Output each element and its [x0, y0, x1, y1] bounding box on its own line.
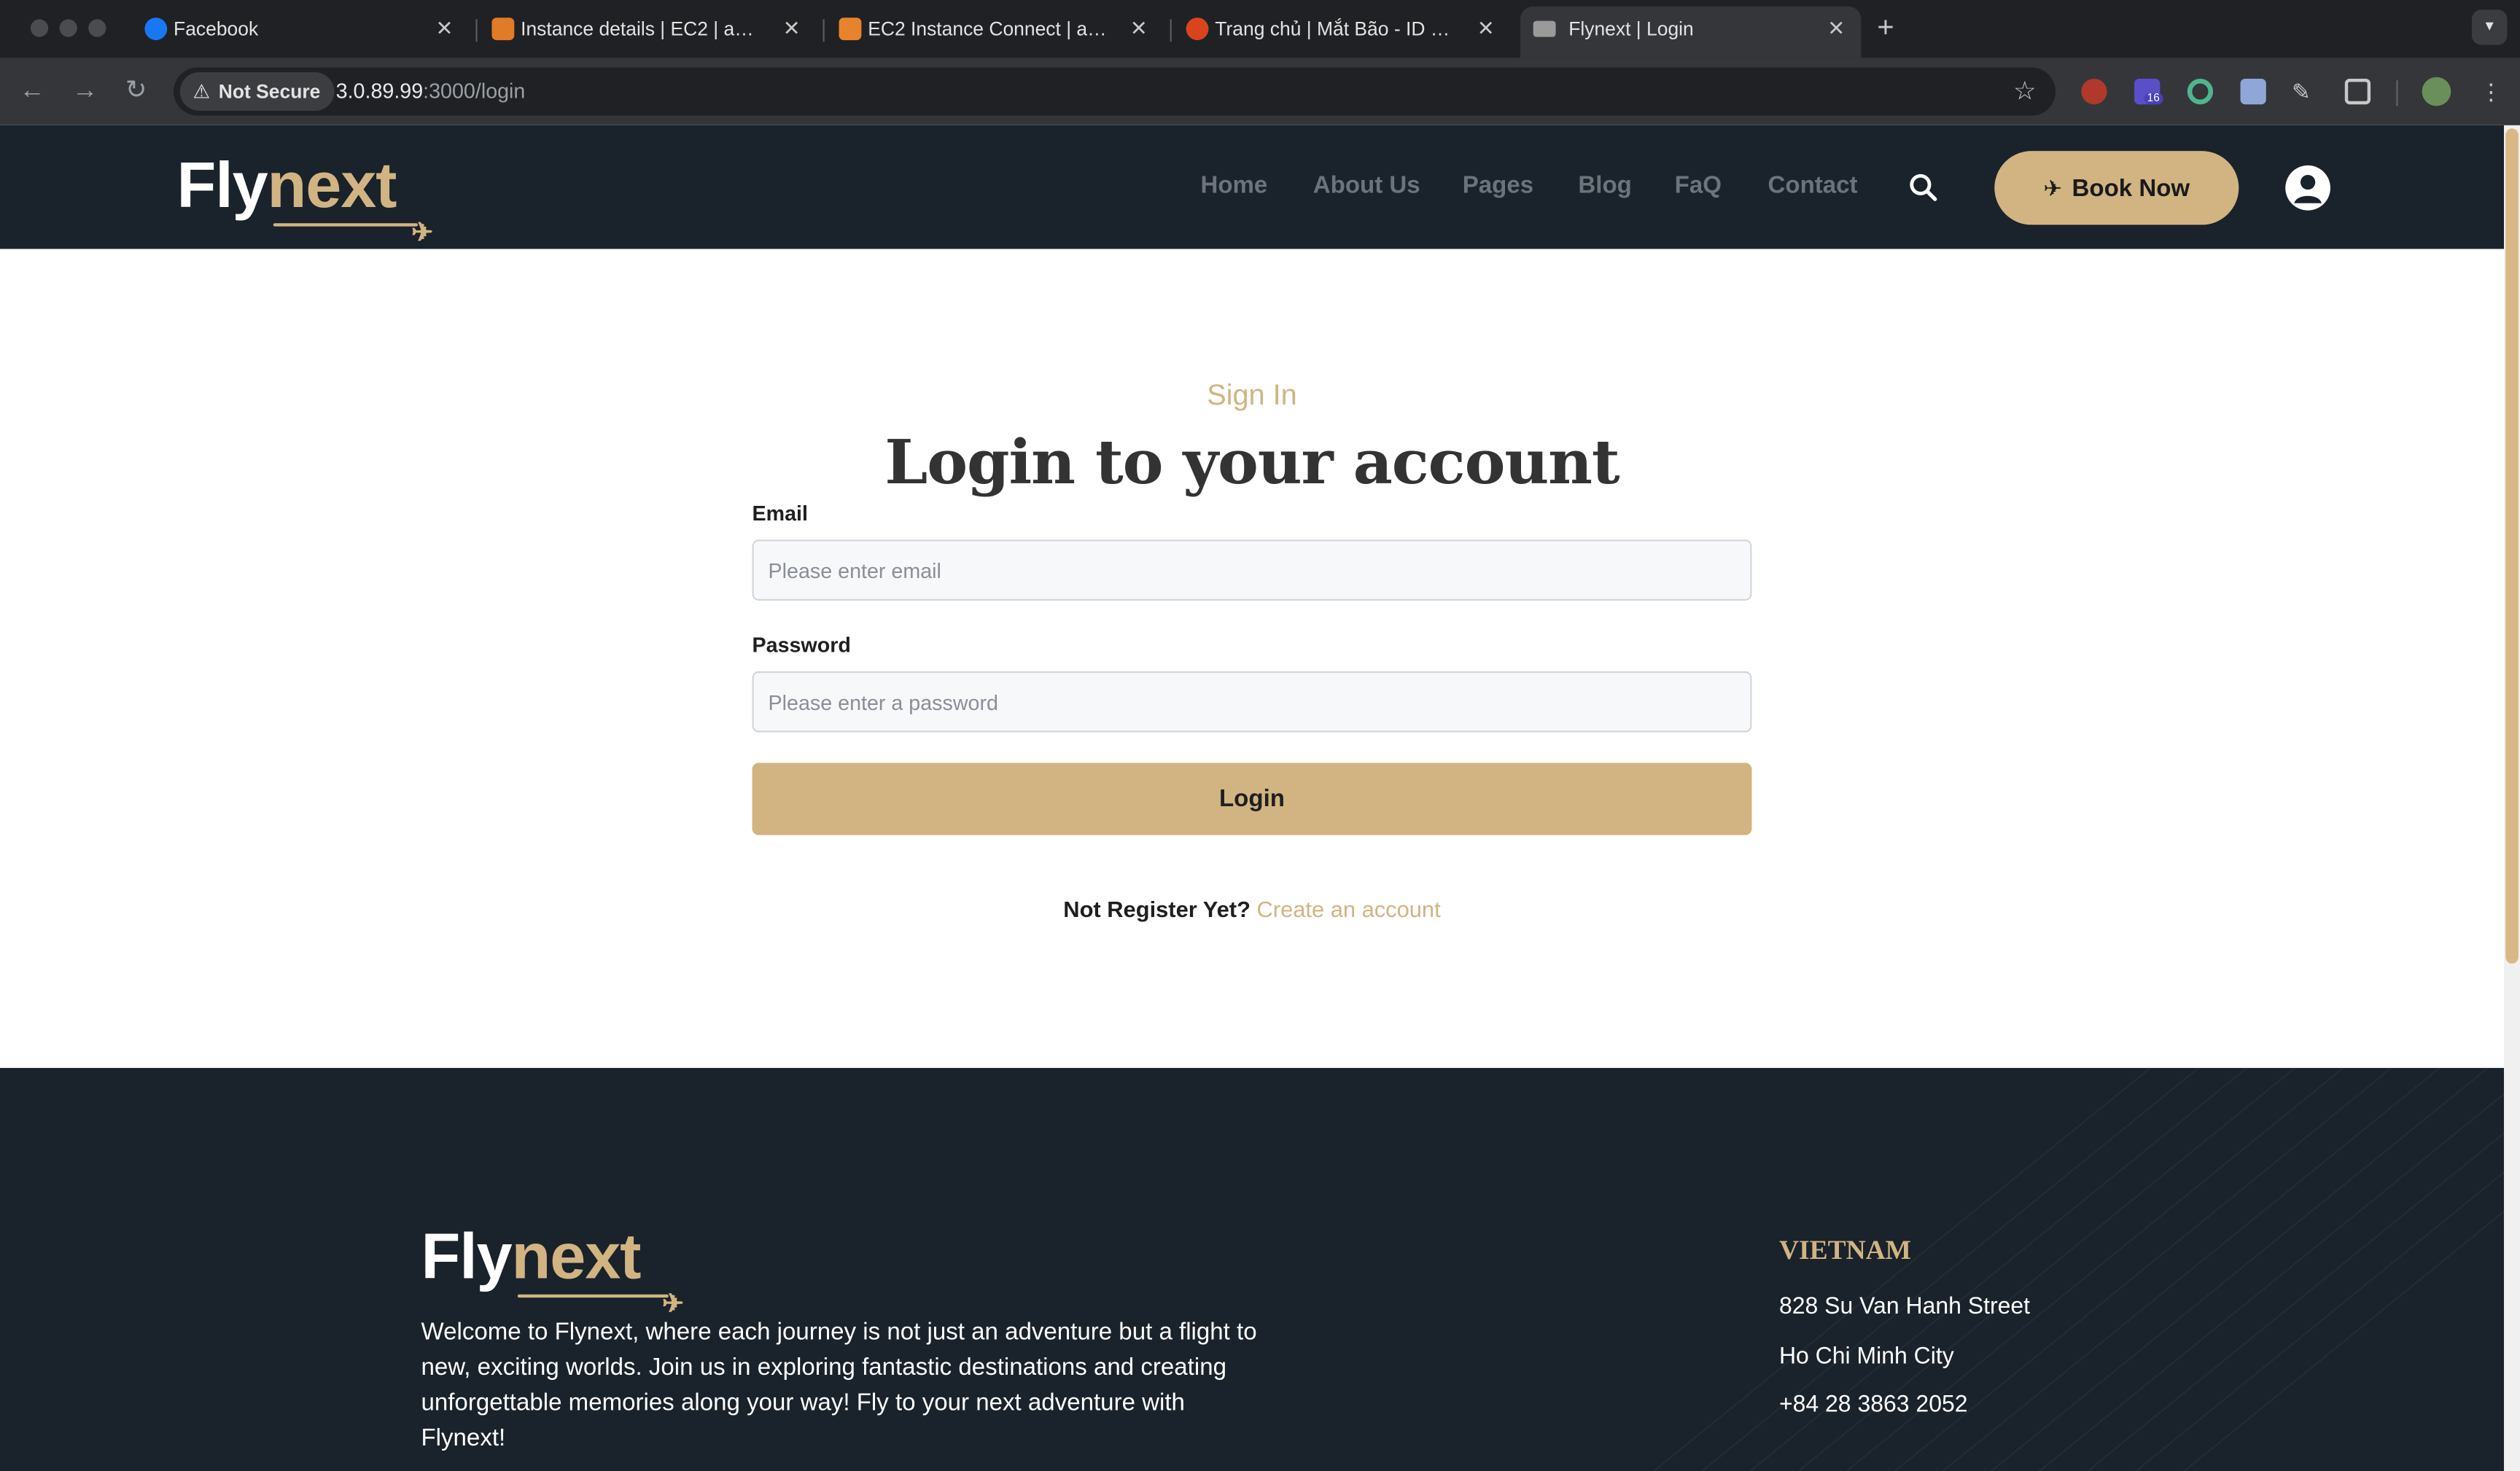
logo-next: next — [267, 151, 397, 222]
nav-pages[interactable]: Pages — [1463, 172, 1533, 199]
footer-address-city: Ho Chi Minh City — [1778, 1343, 1954, 1370]
password-label: Password — [752, 633, 851, 658]
url-text[interactable]: 3.0.89.99:3000/login — [336, 79, 526, 103]
tab-title: Trang chủ | Mắt Bão - ID Portal — [1215, 17, 1456, 41]
url-path: :3000/login — [423, 78, 526, 103]
footer-logo-swoosh — [517, 1294, 669, 1298]
login-button[interactable]: Login — [752, 762, 1752, 835]
user-icon — [2294, 174, 2322, 203]
bookmark-star-icon[interactable]: ☆ — [2013, 76, 2037, 108]
zoom-window-dot[interactable] — [88, 19, 106, 37]
eyedropper-icon[interactable]: ✎ — [2292, 79, 2317, 104]
close-tab-icon[interactable]: ✕ — [1827, 7, 1845, 52]
minimize-window-dot[interactable] — [59, 19, 77, 37]
browser-tab-facebook[interactable]: Facebook ✕ — [106, 7, 469, 58]
aws-icon — [491, 17, 515, 41]
plane-icon: ✈ — [2043, 175, 2063, 201]
user-account-icon[interactable] — [2285, 165, 2330, 211]
nav-about-us[interactable]: About Us — [1313, 172, 1420, 199]
footer-logo[interactable]: Flynext ✈ — [421, 1222, 683, 1319]
extension-green-icon[interactable] — [2187, 78, 2214, 105]
toolbar-divider — [2396, 80, 2398, 106]
new-tab-icon[interactable]: + — [1877, 11, 1894, 44]
screen: Facebook ✕ Instance details | EC2 | ap-s… — [0, 0, 2520, 1471]
sign-in-eyebrow: Sign In — [1207, 378, 1297, 411]
site-footer: Flynext ✈ Welcome to Flynext, where each… — [0, 1068, 2504, 1471]
browser-tab-flynext[interactable]: Flynext | Login ✕ — [1520, 6, 1862, 58]
book-now-label: Book Now — [2072, 175, 2190, 203]
web-page: Flynext ✈ Home About Us Pages Blog FaQ C… — [0, 125, 2520, 1471]
facebook-icon — [144, 17, 168, 41]
security-chip[interactable]: ⚠ Not Secure — [179, 72, 335, 112]
warning-icon: ⚠ — [192, 80, 211, 103]
matbao-icon — [1186, 17, 1209, 41]
extension-blue-icon[interactable] — [2240, 78, 2266, 105]
browser-tab-ec2-instance[interactable]: Instance details | EC2 | ap-southeast-1 … — [454, 7, 817, 58]
close-tab-icon[interactable]: ✕ — [1477, 7, 1495, 52]
nav-contact[interactable]: Contact — [1768, 172, 1858, 199]
tab-title: Facebook — [174, 17, 259, 41]
tab-title: Flynext | Login — [1568, 17, 1694, 41]
footer-description: Welcome to Flynext, where each journey i… — [421, 1318, 1257, 1452]
extension-badge-count: 16 — [2144, 93, 2163, 105]
email-field[interactable] — [752, 539, 1752, 601]
nav-home[interactable]: Home — [1200, 172, 1267, 199]
extension-red-icon[interactable] — [2081, 78, 2107, 105]
footer-country: VIETNAM — [1778, 1235, 1912, 1266]
page-title: Login to your account — [884, 425, 1619, 498]
tab-search-icon[interactable]: ▾ — [2471, 9, 2508, 45]
aws-cube-icon — [839, 17, 862, 41]
register-prompt-text: Not Register Yet? — [1063, 896, 1251, 922]
register-prompt: Not Register Yet? Create an account — [0, 896, 2504, 921]
nav-faq[interactable]: FaQ — [1675, 172, 1722, 199]
tab-title: EC2 Instance Connect | ap-southeast-1 — [868, 17, 1112, 41]
book-now-button[interactable]: ✈ Book Now — [1994, 151, 2239, 225]
browser-tab-matbao[interactable]: Trang chủ | Mắt Bão - ID Portal ✕ — [1148, 7, 1511, 58]
address-bar[interactable]: ⚠ Not Secure 3.0.89.99:3000/login ☆ — [174, 67, 2056, 116]
back-icon[interactable]: ← — [19, 76, 44, 108]
password-field[interactable] — [752, 671, 1752, 733]
search-icon[interactable] — [1908, 172, 1940, 204]
footer-decorative-lines — [1652, 1068, 2504, 1471]
close-tab-icon[interactable]: ✕ — [436, 7, 454, 52]
security-label: Not Secure — [218, 80, 321, 103]
site-header: Flynext ✈ Home About Us Pages Blog FaQ C… — [0, 125, 2504, 249]
close-window-dot[interactable] — [30, 19, 49, 37]
profile-avatar[interactable] — [2422, 77, 2451, 106]
forward-icon[interactable]: → — [72, 76, 98, 108]
browser-menu-icon[interactable]: ⋮ — [2478, 79, 2504, 104]
browser-tab-ec2-connect[interactable]: EC2 Instance Connect | ap-southeast-1 ✕ — [801, 7, 1164, 58]
url-host: 3.0.89.99 — [335, 78, 424, 103]
page-scrollbar[interactable] — [2503, 125, 2520, 1471]
email-label: Email — [752, 501, 808, 526]
logo-plane-icon: ✈ — [411, 219, 433, 248]
footer-phone[interactable]: +84 28 3863 2052 — [1779, 1392, 1968, 1418]
flynext-favicon — [1533, 20, 1556, 37]
browser-tab-strip: Facebook ✕ Instance details | EC2 | ap-s… — [0, 0, 2520, 58]
site-logo[interactable]: Flynext ✈ — [176, 151, 432, 247]
browser-toolbar: ← → ↻ ⚠ Not Secure 3.0.89.99:3000/login … — [0, 58, 2520, 125]
footer-logo-next: next — [511, 1222, 642, 1293]
close-tab-icon[interactable]: ✕ — [783, 7, 801, 52]
reload-icon[interactable]: ↻ — [125, 76, 147, 108]
logo-fly: Fly — [176, 151, 268, 222]
create-account-link[interactable]: Create an account — [1257, 896, 1441, 921]
close-tab-icon[interactable]: ✕ — [1130, 7, 1148, 52]
scrollbar-thumb[interactable] — [2505, 128, 2519, 964]
footer-logo-fly: Fly — [421, 1222, 512, 1293]
logo-swoosh — [273, 223, 419, 227]
tab-title: Instance details | EC2 | ap-southeast-1 — [521, 17, 762, 41]
nav-blog[interactable]: Blog — [1578, 172, 1631, 199]
footer-address-street: 828 Su Van Hanh Street — [1778, 1294, 2031, 1320]
extensions-puzzle-icon[interactable] — [2344, 78, 2371, 105]
